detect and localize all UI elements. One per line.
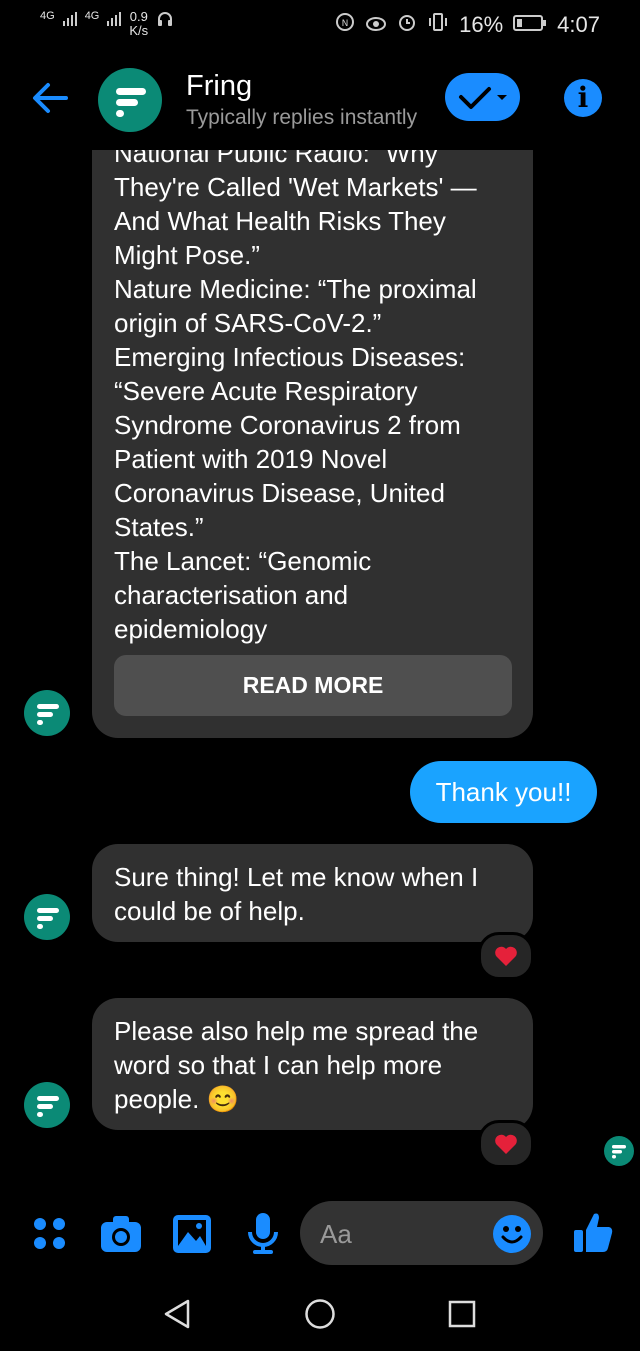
signal-1-icon: [62, 10, 77, 26]
back-button[interactable]: [28, 76, 72, 120]
sent-message: Thank you!!: [410, 761, 597, 823]
speed-value: 0.9: [129, 9, 148, 24]
check-dropdown-button[interactable]: [445, 73, 520, 121]
thumbs-up-icon[interactable]: [572, 1210, 614, 1254]
avatar: [24, 1082, 70, 1128]
status-left: 4G 4G 0.9 K/s: [40, 10, 174, 38]
mic-icon[interactable]: [246, 1212, 280, 1256]
avatar[interactable]: [98, 68, 162, 132]
fring-logo-icon: [37, 908, 59, 929]
message-text-articles: National Public Radio: “Why They're Call…: [114, 138, 477, 644]
camera-icon[interactable]: [100, 1214, 142, 1254]
message-bubble-reply-2: Please also help me spread the word so t…: [92, 998, 533, 1130]
message-bubble-articles: National Public Radio: “Why They're Call…: [92, 110, 533, 738]
fring-logo-icon: [37, 704, 59, 725]
reaction-badge[interactable]: [478, 932, 534, 980]
message-input-placeholder: Aa: [320, 1219, 352, 1249]
battery-icon: [513, 12, 547, 38]
alarm-icon: [397, 12, 417, 38]
signal-2-icon: [107, 10, 122, 26]
status-right: N 16% 4:07: [335, 12, 600, 38]
fring-logo-icon: [116, 88, 146, 117]
info-icon[interactable]: i: [564, 79, 602, 117]
clock-time: 4:07: [557, 12, 600, 37]
message-bubble-reply-1: Sure thing! Let me know when I could be …: [92, 844, 533, 942]
nfc-icon: N: [335, 12, 355, 38]
check-icon: [459, 87, 507, 109]
recents-nav-icon[interactable]: [448, 1300, 476, 1328]
back-arrow-icon: [33, 83, 68, 113]
svg-text:N: N: [342, 19, 349, 29]
speed-unit: K/s: [129, 23, 149, 38]
headset-icon: [156, 10, 174, 31]
emoji-icon[interactable]: [492, 1214, 532, 1254]
heart-icon: [495, 1134, 517, 1154]
battery-percent: 16%: [459, 12, 504, 37]
network-1-label: 4G: [40, 10, 55, 22]
message-text-reply-1: Sure thing! Let me know when I could be …: [114, 862, 479, 926]
menu-dots-icon[interactable]: [32, 1216, 68, 1252]
vibrate-icon: [427, 12, 449, 38]
image-icon[interactable]: [172, 1214, 212, 1254]
page-title[interactable]: Fring: [186, 70, 252, 103]
speed-indicator: 0.9 K/s: [129, 10, 148, 38]
heart-icon: [495, 946, 517, 966]
message-text-reply-2: Please also help me spread the word so t…: [114, 1016, 479, 1114]
avatar: [24, 894, 70, 940]
fring-logo-icon: [612, 1145, 626, 1159]
reaction-badge[interactable]: [478, 1120, 534, 1168]
back-nav-icon[interactable]: [162, 1298, 192, 1330]
seen-avatar: [604, 1136, 634, 1166]
fring-logo-icon: [37, 1096, 59, 1117]
home-nav-icon[interactable]: [304, 1298, 336, 1330]
eye-icon: [365, 12, 387, 38]
page-subtitle: Typically replies instantly: [186, 106, 418, 129]
avatar: [24, 690, 70, 736]
status-bar: 4G 4G 0.9 K/s N 16% 4:07: [0, 0, 640, 50]
header-background: [0, 50, 640, 150]
read-more-button[interactable]: READ MORE: [114, 655, 512, 716]
network-2-label: 4G: [84, 10, 100, 22]
